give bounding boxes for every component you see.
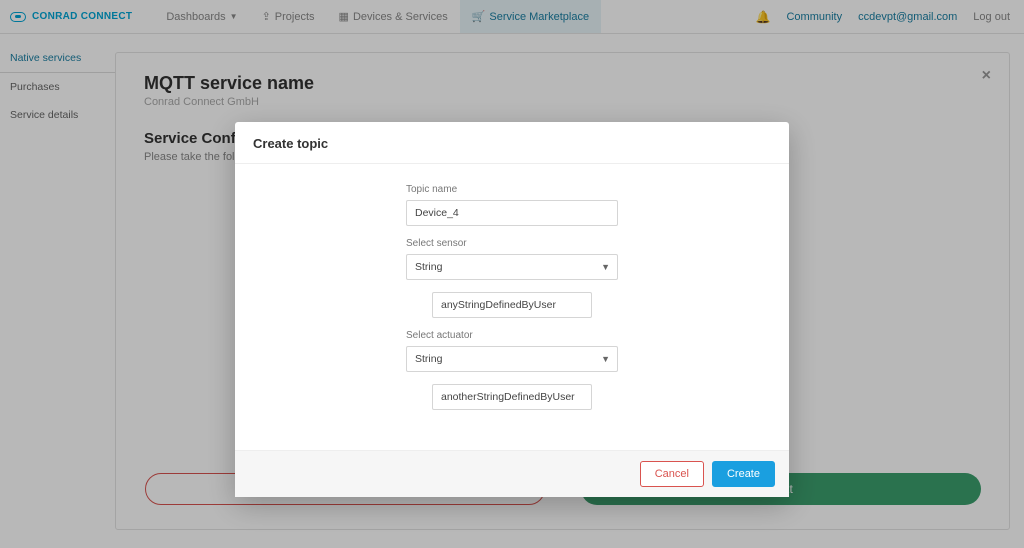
actuator-extra-group — [432, 384, 592, 410]
create-topic-modal: Create topic Topic name Select sensor St… — [235, 122, 789, 497]
actuator-extra-input[interactable] — [432, 384, 592, 410]
modal-footer: Cancel Create — [235, 450, 789, 497]
actuator-group: Select actuator String ▼ — [406, 330, 618, 372]
sensor-value: String — [406, 254, 618, 280]
modal-cancel-button[interactable]: Cancel — [640, 461, 704, 487]
topic-name-label: Topic name — [406, 184, 618, 195]
topic-name-group: Topic name — [406, 184, 618, 226]
actuator-value: String — [406, 346, 618, 372]
sensor-select[interactable]: String ▼ — [406, 254, 618, 280]
sensor-label: Select sensor — [406, 238, 618, 249]
modal-title: Create topic — [235, 122, 789, 164]
modal-overlay: Create topic Topic name Select sensor St… — [0, 0, 1024, 548]
topic-name-input[interactable] — [406, 200, 618, 226]
sensor-group: Select sensor String ▼ — [406, 238, 618, 280]
actuator-select[interactable]: String ▼ — [406, 346, 618, 372]
modal-create-button[interactable]: Create — [712, 461, 775, 487]
modal-body: Topic name Select sensor String ▼ Select… — [235, 164, 789, 450]
actuator-label: Select actuator — [406, 330, 618, 341]
sensor-extra-group — [432, 292, 592, 318]
sensor-extra-input[interactable] — [432, 292, 592, 318]
